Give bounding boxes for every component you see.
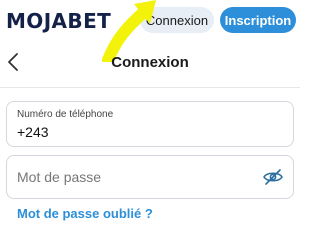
top-bar: MOJABET Connexion Inscription	[0, 0, 300, 44]
forgot-password-link[interactable]: Mot de passe oublié ?	[17, 206, 153, 221]
login-button[interactable]: Connexion	[140, 7, 214, 33]
signup-button[interactable]: Inscription	[220, 7, 296, 33]
brand-logo[interactable]: MOJABET	[6, 9, 111, 33]
password-placeholder: Mot de passe	[17, 169, 102, 185]
eye-off-icon[interactable]	[263, 168, 283, 186]
phone-field[interactable]: Numéro de téléphone +243	[6, 101, 294, 147]
phone-field-label: Numéro de téléphone	[17, 109, 114, 120]
page-header: Connexion	[0, 48, 300, 80]
phone-field-value[interactable]: +243	[17, 124, 49, 140]
header-divider	[0, 87, 300, 88]
page-title: Connexion	[111, 54, 189, 71]
password-field[interactable]: Mot de passe	[6, 155, 294, 199]
